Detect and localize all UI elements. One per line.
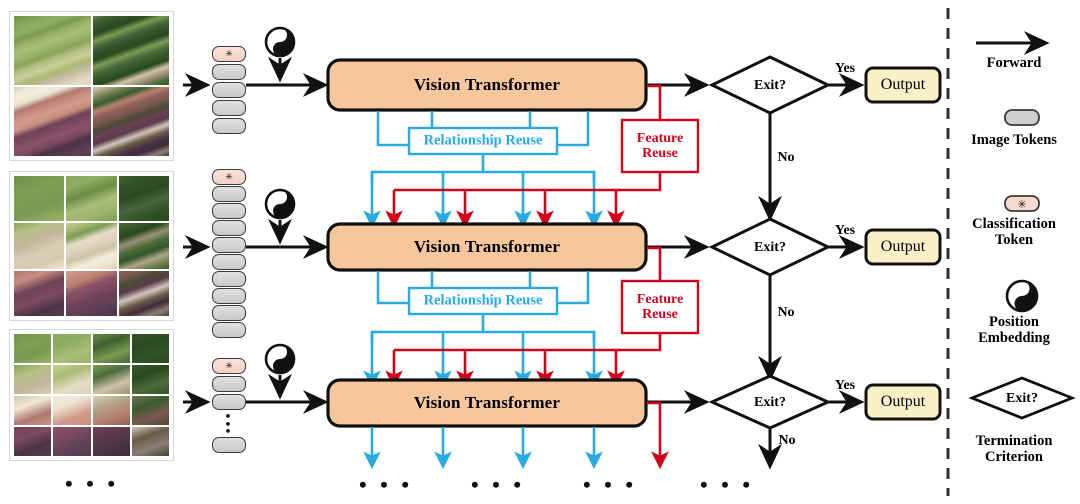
- relationship-reuse-label-1[interactable]: Relationship Reuse: [424, 133, 543, 150]
- no-label-3: No: [778, 433, 796, 448]
- input-image-3: [10, 330, 173, 460]
- transformer-label-2: Vision Transformer: [413, 237, 561, 256]
- no-label-2: No: [777, 305, 795, 320]
- image-token: [212, 118, 246, 134]
- image-token: [212, 394, 246, 410]
- image-patch: [53, 427, 91, 456]
- image-patch: [118, 270, 169, 316]
- relationship-reuse-wiring-1: [363, 111, 603, 229]
- arrow-tokens-to-transformer-2: [246, 188, 329, 260]
- bottom-ellipsis-4: • • •: [699, 472, 755, 497]
- classification-token: [212, 169, 246, 185]
- image-patch: [131, 334, 169, 363]
- image-patch: [14, 396, 52, 425]
- bottom-ellipsis-1: • • •: [358, 472, 414, 497]
- image-token: [212, 271, 246, 287]
- image-token: [212, 82, 246, 98]
- feature-reuse-label-2[interactable]: Feature Reuse: [623, 292, 697, 322]
- feature-reuse-wiring-3: [647, 401, 669, 470]
- image-patch: [14, 16, 91, 85]
- output-label-1: Output: [880, 76, 926, 93]
- relationship-reuse-wiring-3: [363, 427, 603, 470]
- image-token: [212, 186, 246, 202]
- image-patch: [14, 223, 65, 269]
- image-patch: [118, 223, 169, 269]
- classification-token: [212, 46, 246, 62]
- image-patch: [92, 16, 169, 85]
- image-column-ellipsis: • • •: [64, 471, 120, 496]
- image-token: [212, 254, 246, 270]
- image-patch: [131, 365, 169, 394]
- image-patch: [14, 427, 52, 456]
- image-patch: [66, 223, 117, 269]
- legend-diamond-exit-label: Exit?: [1006, 391, 1038, 406]
- image-token: [212, 288, 246, 304]
- legend-token-pill-icon: [1004, 109, 1040, 126]
- yes-label-3: Yes: [834, 378, 856, 393]
- image-token: [212, 237, 246, 253]
- feature-reuse-label-1[interactable]: Feature Reuse: [623, 131, 697, 161]
- image-token: [212, 100, 246, 116]
- image-patch: [66, 176, 117, 222]
- legend-image-tokens-label: Image Tokens: [971, 131, 1057, 148]
- legend-termination-label: Termination Criterion: [975, 432, 1053, 465]
- image-patch: [92, 365, 130, 394]
- image-token: [212, 220, 246, 236]
- image-patch: [14, 176, 65, 222]
- image-patch: [14, 270, 65, 316]
- image-patch: [131, 396, 169, 425]
- output-label-3: Output: [880, 393, 926, 410]
- relationship-reuse-wiring-2: [363, 271, 603, 389]
- token-column-ellipsis: • • •: [225, 409, 231, 440]
- exit-label-2: Exit?: [754, 240, 786, 255]
- relationship-reuse-label-2[interactable]: Relationship Reuse: [424, 293, 543, 310]
- figure-root: ✳ • • • ✳ ✳ ✳ • • • Vision Transformer V…: [0, 0, 1080, 504]
- image-token: [212, 322, 246, 338]
- legend-position-embedding-label: Position Embedding: [978, 313, 1050, 346]
- input-image-2: [10, 172, 173, 320]
- yes-label-2: Yes: [834, 223, 856, 238]
- image-token: [212, 64, 246, 80]
- exit-label-3: Exit?: [754, 395, 786, 410]
- bottom-ellipsis-2: • • •: [470, 472, 526, 497]
- image-patch: [14, 365, 52, 394]
- legend-yin-yang-icon: [1005, 279, 1039, 313]
- no-label-1: No: [777, 150, 795, 165]
- arrow-tokens-to-transformer-3: [246, 343, 329, 415]
- transformer-label-3: Vision Transformer: [413, 393, 561, 412]
- bottom-ellipsis-3: • • •: [582, 472, 638, 497]
- transformer-label-1: Vision Transformer: [413, 75, 561, 94]
- image-patch: [92, 427, 130, 456]
- input-image-1: [10, 12, 173, 160]
- image-token: [212, 203, 246, 219]
- image-patch: [118, 176, 169, 222]
- image-token: [212, 376, 246, 392]
- image-patch: [66, 270, 117, 316]
- image-patch: [131, 427, 169, 456]
- image-patch: [53, 334, 91, 363]
- legend-forward-label: Forward: [986, 54, 1042, 71]
- image-token: [212, 305, 246, 321]
- svg-text:✳: ✳: [1017, 199, 1026, 211]
- image-patch: [14, 87, 91, 156]
- image-patch: [53, 365, 91, 394]
- output-label-2: Output: [880, 238, 926, 255]
- image-patch: [14, 334, 52, 363]
- yes-label-1: Yes: [834, 61, 856, 76]
- legend-classification-token-label: Classification Token: [972, 215, 1056, 248]
- arrow-tokens-to-transformer-1: [246, 26, 329, 98]
- legend-cls-token-pill-icon: ✳: [1004, 195, 1040, 212]
- image-patch: [53, 396, 91, 425]
- classification-token: [212, 358, 246, 374]
- image-patch: [92, 334, 130, 363]
- exit-label-1: Exit?: [754, 78, 786, 93]
- image-patch: [92, 87, 169, 156]
- image-patch: [92, 396, 130, 425]
- image-token: [212, 437, 246, 453]
